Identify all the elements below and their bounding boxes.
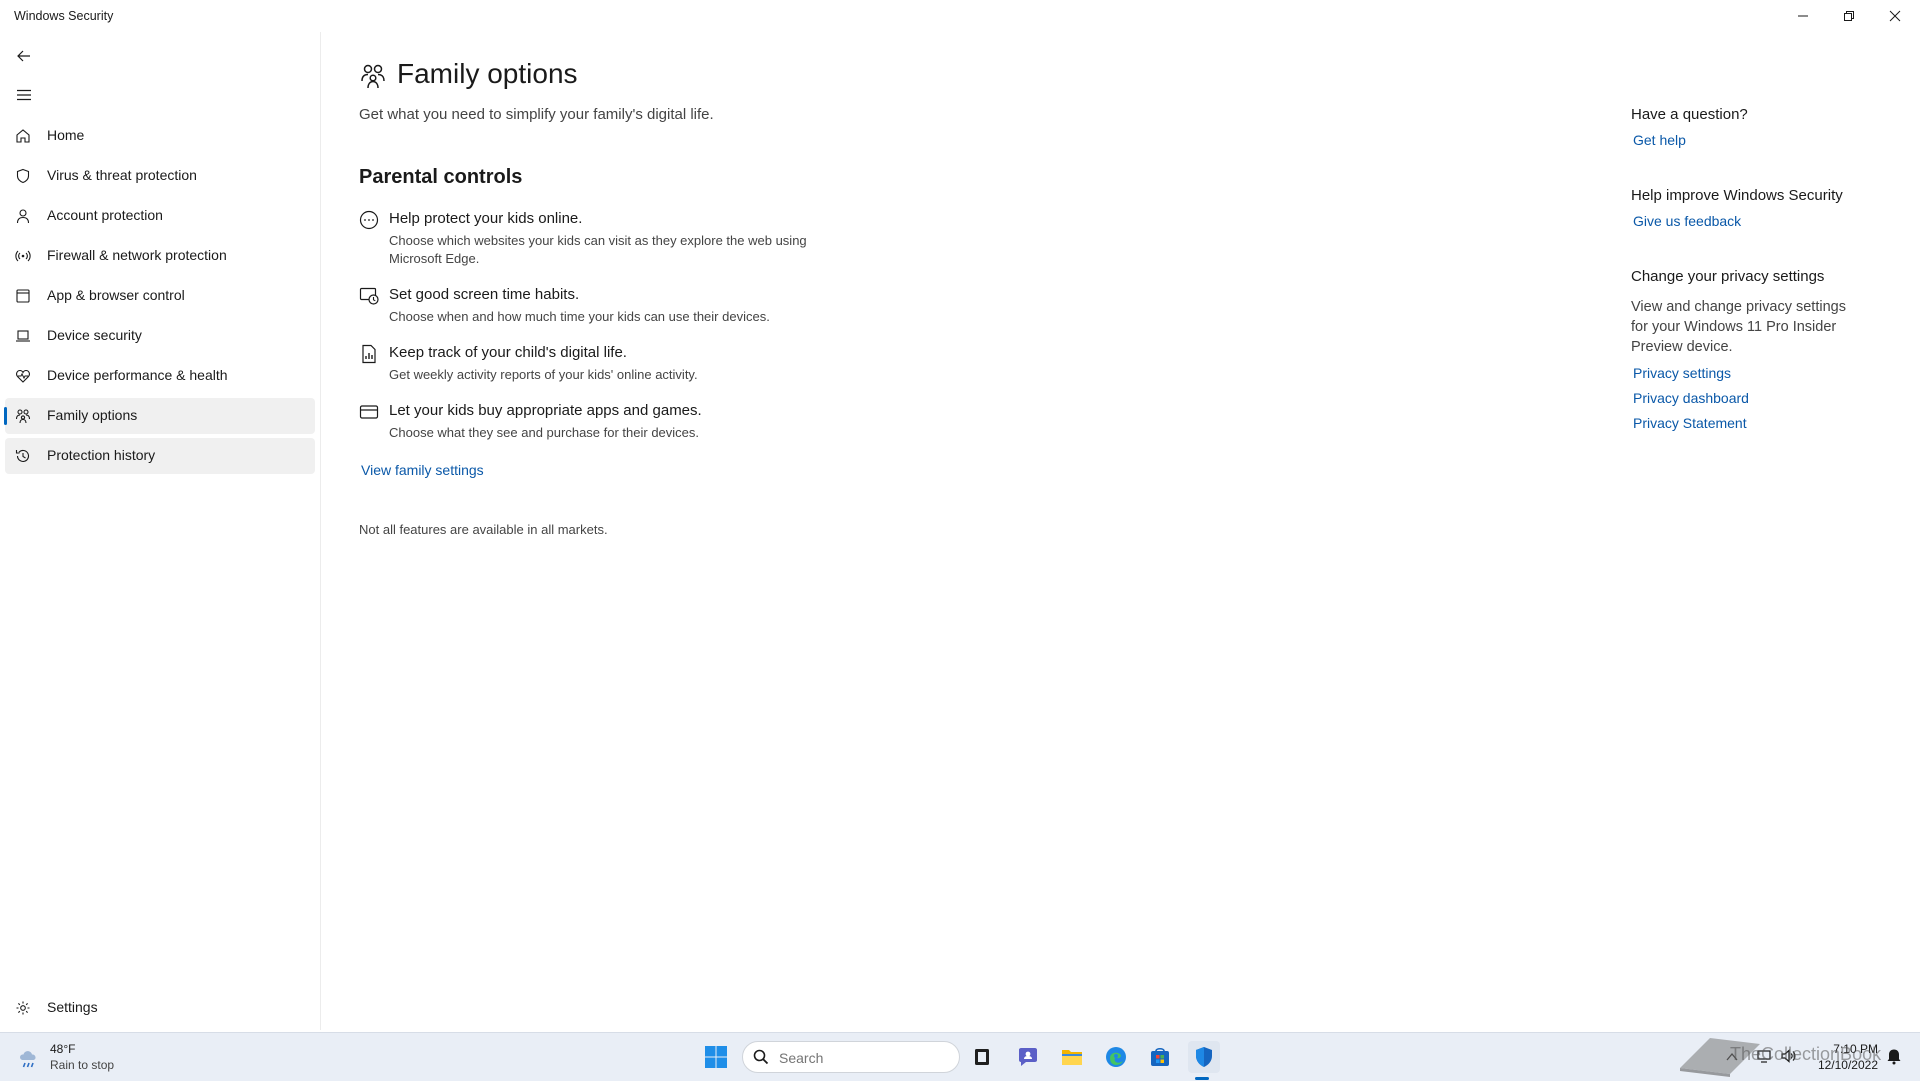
privacy-statement-link[interactable]: Privacy Statement <box>1633 415 1747 431</box>
hamburger-menu-icon <box>17 89 31 101</box>
feature-description: Choose what they see and purchase for th… <box>389 425 700 440</box>
question-heading: Have a question? <box>1631 106 1748 123</box>
shield-icon <box>15 168 31 184</box>
improve-heading: Help improve Windows Security <box>1631 187 1843 204</box>
heart-pulse-icon <box>15 368 31 384</box>
weather-temperature: 48°F <box>50 1042 76 1056</box>
privacy-dashboard-link[interactable]: Privacy dashboard <box>1633 390 1749 406</box>
active-indicator <box>4 407 7 425</box>
back-arrow-icon <box>17 50 30 62</box>
sidebar-item-protection-history[interactable]: Protection history <box>5 438 315 474</box>
sidebar-item-label: Account protection <box>47 207 163 223</box>
search-icon <box>753 1049 769 1065</box>
report-document-icon <box>359 344 379 364</box>
help-panel: Have a question? Get help Help improve W… <box>1631 106 1871 432</box>
privacy-heading: Change your privacy settings <box>1631 268 1825 285</box>
sidebar-item-label: App & browser control <box>47 287 185 303</box>
store-button[interactable] <box>1144 1041 1176 1073</box>
notification-bell-icon[interactable] <box>1886 1047 1902 1065</box>
rain-cloud-icon <box>20 1051 36 1068</box>
availability-note: Not all features are available in all ma… <box>359 522 608 537</box>
file-explorer-button[interactable] <box>1056 1041 1088 1073</box>
view-family-settings-link[interactable]: View family settings <box>361 462 484 478</box>
app-window-icon <box>15 288 31 304</box>
laptop-icon <box>15 328 31 344</box>
wireless-signal-icon <box>15 248 31 264</box>
screen-clock-icon <box>359 286 379 306</box>
watermark-text: TheCollectionBook <box>1730 1044 1882 1064</box>
sidebar-item-device-security[interactable]: Device security <box>5 318 315 354</box>
chat-button[interactable] <box>1012 1041 1044 1073</box>
minimize-icon <box>1798 15 1808 17</box>
get-help-link[interactable]: Get help <box>1633 132 1686 148</box>
sidebar-item-label: Family options <box>47 407 138 423</box>
weather-condition: Rain to stop <box>50 1058 115 1072</box>
store-icon <box>1151 1047 1169 1066</box>
window-title: Windows Security <box>14 9 114 23</box>
globe-icon <box>359 210 379 230</box>
feature-heading: Let your kids buy appropriate apps and g… <box>389 402 702 419</box>
search-input[interactable] <box>777 1047 951 1069</box>
close-button[interactable] <box>1872 0 1918 32</box>
history-icon <box>15 448 31 464</box>
feature-description: Choose which websites your kids can visi… <box>389 233 807 266</box>
restore-icon <box>1844 11 1854 21</box>
sidebar-item-label: Settings <box>47 999 98 1015</box>
sidebar-item-firewall[interactable]: Firewall & network protection <box>5 238 315 274</box>
file-explorer-icon <box>1062 1050 1082 1065</box>
sidebar-item-label: Device security <box>47 327 142 343</box>
gear-icon <box>15 1000 31 1016</box>
edge-button[interactable] <box>1100 1041 1132 1073</box>
person-icon <box>15 208 31 224</box>
weather-widget[interactable]: 48°F Rain to stop <box>14 1041 154 1075</box>
restore-button[interactable] <box>1826 0 1872 32</box>
sidebar-item-family-options[interactable]: Family options <box>4 398 315 434</box>
windows-security-taskbar-button[interactable] <box>1188 1041 1220 1073</box>
page-subtitle: Get what you need to simplify your famil… <box>359 106 714 123</box>
feature-description: Get weekly activity reports of your kids… <box>389 367 698 382</box>
sidebar-item-settings[interactable]: Settings <box>5 990 315 1026</box>
sidebar-item-device-performance[interactable]: Device performance & health <box>5 358 315 394</box>
minimize-button[interactable] <box>1780 0 1826 32</box>
sidebar-item-label: Home <box>47 127 85 143</box>
chat-icon <box>1019 1048 1037 1066</box>
menu-button[interactable] <box>10 81 38 109</box>
sidebar-item-app-browser[interactable]: App & browser control <box>5 278 315 314</box>
give-feedback-link[interactable]: Give us feedback <box>1633 213 1741 229</box>
sidebar-item-account[interactable]: Account protection <box>5 198 315 234</box>
sidebar-item-home[interactable]: Home <box>5 118 315 154</box>
close-icon <box>1889 10 1901 22</box>
sidebar-item-label: Device performance & health <box>47 367 228 383</box>
sidebar-item-label: Virus & threat protection <box>47 167 197 183</box>
windows-start-icon <box>705 1046 727 1068</box>
family-icon <box>359 62 387 90</box>
feature-heading: Help protect your kids online. <box>389 210 583 227</box>
credit-card-icon <box>359 402 379 422</box>
edge-icon <box>1106 1047 1126 1067</box>
sidebar-item-label: Firewall & network protection <box>47 247 227 263</box>
feature-heading: Set good screen time habits. <box>389 286 580 303</box>
privacy-description: View and change privacy settings for you… <box>1631 299 1846 355</box>
sidebar: Home Virus & threat protection Account p… <box>0 32 321 1030</box>
home-icon <box>15 128 31 144</box>
task-view-button[interactable] <box>966 1041 998 1073</box>
sidebar-item-virus-threat[interactable]: Virus & threat protection <box>5 158 315 194</box>
windows-security-icon <box>1196 1047 1212 1067</box>
family-icon <box>15 408 31 424</box>
privacy-settings-link[interactable]: Privacy settings <box>1633 365 1731 381</box>
back-button[interactable] <box>10 42 38 70</box>
taskbar: 48°F Rain to stop 7:10 PM 12/10/2022 <box>0 1032 1920 1081</box>
task-view-icon <box>975 1049 989 1065</box>
title-bar: Windows Security <box>0 0 1920 32</box>
feature-description: Choose when and how much time your kids … <box>389 309 770 324</box>
sidebar-item-label: Protection history <box>47 447 156 463</box>
page-title: Family options <box>397 58 578 89</box>
section-title: Parental controls <box>359 166 523 188</box>
feature-heading: Keep track of your child's digital life. <box>389 344 627 361</box>
start-button[interactable] <box>700 1041 732 1073</box>
taskbar-search[interactable] <box>742 1041 960 1073</box>
